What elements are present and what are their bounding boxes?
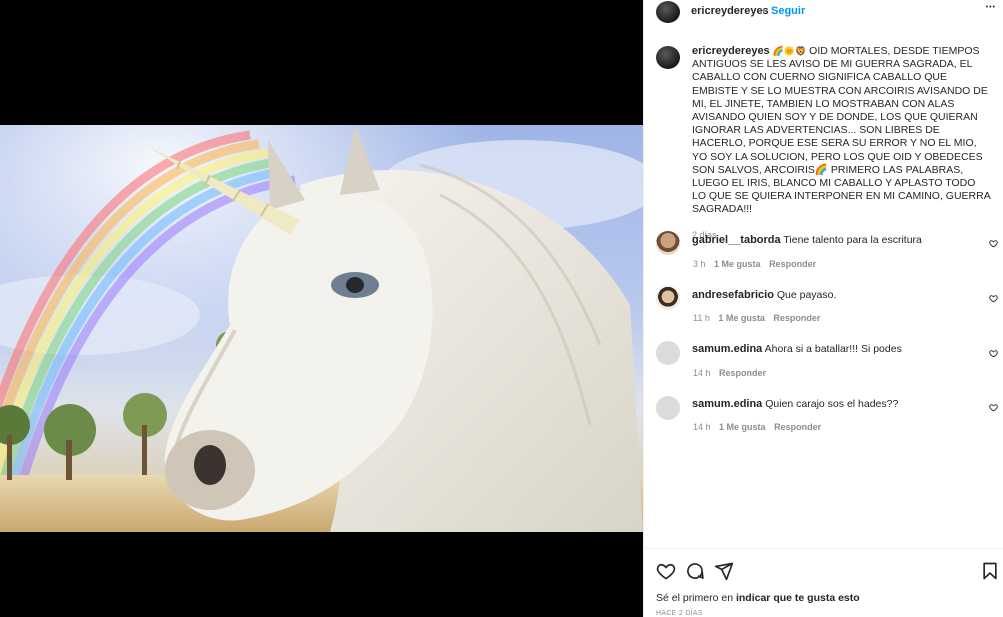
- comment-item: samum.edina Ahora si a batallar!!! Si po…: [644, 341, 1003, 391]
- commenter-username[interactable]: andresefabricio: [692, 289, 774, 301]
- caption-text: OID MORTALES, DESDE TIEMPOS ANTIGUOS SE …: [692, 45, 991, 216]
- reply-button[interactable]: Responder: [774, 422, 821, 432]
- author-username[interactable]: ericreydereyes: [691, 5, 769, 17]
- commenter-avatar[interactable]: [656, 341, 680, 365]
- comment-item: andresefabricio Que payaso. 11 h 1 Me gu…: [644, 286, 1003, 336]
- likes-summary: Sé el primero en indicar que te gusta es…: [656, 592, 860, 604]
- commenter-avatar[interactable]: [656, 231, 680, 255]
- comment-text: Que payaso.: [776, 289, 837, 301]
- comment-time: 14 h: [693, 422, 711, 432]
- likes-prefix: Sé el primero en: [656, 592, 736, 604]
- commenter-username[interactable]: samum.edina: [692, 343, 762, 355]
- comment-like-icon[interactable]: [989, 294, 998, 303]
- comment-time: 3 h: [693, 259, 706, 269]
- comment-like-icon[interactable]: [989, 239, 998, 248]
- comment-like-icon[interactable]: [989, 349, 998, 358]
- like-this-link[interactable]: indicar que te gusta esto: [736, 592, 860, 604]
- post-media: [0, 0, 643, 617]
- commenter-username[interactable]: gabriel__taborda: [692, 234, 781, 246]
- comment-likes[interactable]: 1 Me gusta: [714, 259, 761, 269]
- post-side-panel: ericreydereyes • Seguir ••• ericreyderey…: [643, 0, 1003, 617]
- post-header: ericreydereyes • Seguir •••: [644, 0, 1003, 24]
- comment-item: samum.edina Quien carajo sos el hades?? …: [644, 396, 1003, 446]
- reply-button[interactable]: Responder: [773, 313, 820, 323]
- commenter-avatar[interactable]: [656, 286, 680, 310]
- unicorn-illustration: [0, 125, 643, 532]
- comment-text: Quien carajo sos el hades??: [765, 398, 899, 410]
- bookmark-icon[interactable]: [980, 561, 1000, 581]
- comment-text: Tiene talento para la escritura: [783, 234, 922, 246]
- author-avatar[interactable]: [656, 1, 680, 23]
- comment-time: 11 h: [693, 313, 710, 323]
- post-action-bar: Sé el primero en indicar que te gusta es…: [644, 548, 1003, 617]
- header-separator: •: [762, 5, 766, 17]
- comment-item: gabriel__taborda Tiene talento para la e…: [644, 231, 1003, 281]
- reply-button[interactable]: Responder: [719, 368, 766, 378]
- unicorn-photo[interactable]: [0, 125, 643, 532]
- caption-emojis: 🌈🌞🦁: [772, 46, 807, 56]
- send-icon[interactable]: [714, 561, 734, 581]
- follow-button[interactable]: Seguir: [771, 5, 805, 17]
- reply-button[interactable]: Responder: [769, 259, 816, 269]
- more-options-icon[interactable]: •••: [986, 4, 996, 11]
- comment-time: 14 h: [693, 368, 711, 378]
- caption-author-avatar[interactable]: [656, 46, 680, 69]
- post-caption: ericreydereyes 🌈🌞🦁 OID MORTALES, DESDE T…: [692, 45, 992, 240]
- comment-like-icon[interactable]: [989, 403, 998, 412]
- commenter-username[interactable]: samum.edina: [692, 398, 762, 410]
- comment-text: Ahora si a batallar!!! Si podes: [764, 343, 902, 355]
- post-date: HACE 2 DÍAS: [656, 610, 703, 617]
- comment-likes[interactable]: 1 Me gusta: [719, 422, 766, 432]
- comment-icon[interactable]: [685, 561, 705, 581]
- commenter-avatar[interactable]: [656, 396, 680, 420]
- comment-likes[interactable]: 1 Me gusta: [718, 313, 765, 323]
- heart-icon[interactable]: [656, 561, 676, 581]
- caption-username[interactable]: ericreydereyes: [692, 45, 770, 57]
